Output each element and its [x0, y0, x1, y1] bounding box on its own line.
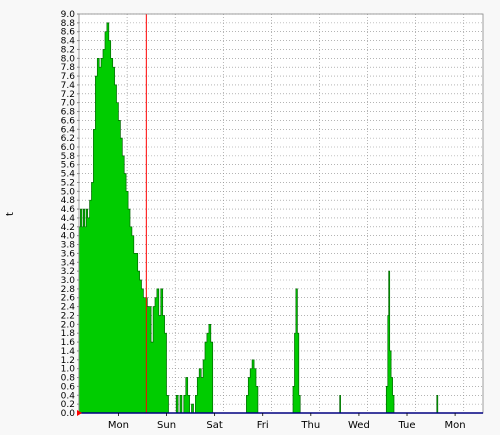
y-tick-label: 7.6	[61, 72, 76, 82]
day-label-wed: Wed	[348, 420, 370, 431]
y-tick-label: 4.6	[61, 205, 76, 215]
day-label-mon: Mon	[108, 420, 129, 431]
y-tick-label: 7.8	[61, 63, 76, 73]
y-axis-title: t	[5, 212, 16, 216]
y-tick-label: 7.2	[61, 90, 75, 100]
y-tick-label: 6.4	[61, 125, 76, 135]
y-tick-label: 8.8	[61, 19, 76, 29]
y-tick-label: 6.0	[61, 143, 76, 153]
chart-container: 0.0 0.2 0.4 0.6 0.8 1.0 1.2 1.4 1.6 1.8 2.0 2.2 2.4 2…	[0, 0, 500, 435]
y-tick-label: 6.8	[61, 108, 76, 118]
y-tick-label: 4.8	[61, 196, 76, 206]
y-tick-labels: 0.00.20.40.60.81.01.21.41.61.82.02.22.42…	[61, 10, 76, 419]
y-tick-label: 8.4	[61, 37, 76, 47]
y-tick-label: 1.2	[61, 356, 75, 366]
traffic-chart: 0.00.20.40.60.81.01.21.41.61.82.02.22.42…	[0, 0, 500, 435]
y-tick-label: 4.0	[61, 232, 76, 242]
y-tick-label: 0.8	[61, 374, 76, 384]
y-tick-label: 3.8	[61, 241, 76, 251]
y-tick-label: 5.4	[61, 170, 76, 180]
day-label-mon: Mon	[445, 420, 466, 431]
y-tick-label: 0.2	[61, 400, 75, 410]
y-tick-label: 2.4	[61, 303, 76, 313]
y-tick-label: 3.4	[61, 258, 76, 268]
y-tick-label: 5.6	[61, 161, 76, 171]
y-tick-label: 3.0	[61, 276, 76, 286]
day-label-sat: Sat	[206, 420, 222, 431]
y-tick-label: 3.6	[61, 249, 76, 259]
y-tick-label: 3.2	[61, 267, 75, 277]
y-tick-label: 7.4	[61, 81, 76, 91]
y-tick-label: 2.0	[61, 320, 76, 330]
y-tick-label: 6.2	[61, 134, 75, 144]
day-label-sun: Sun	[157, 420, 176, 431]
y-tick-label: 2.6	[61, 294, 76, 304]
y-tick-label: 7.0	[61, 99, 76, 109]
y-tick-label: 5.0	[61, 187, 76, 197]
day-label-thu: Thu	[300, 420, 320, 431]
y-tick-label: 2.2	[61, 311, 75, 321]
y-tick-label: 0.0	[61, 409, 76, 419]
day-label-fri: Fri	[257, 420, 269, 431]
y-tick-label: 1.6	[61, 338, 76, 348]
day-label-tue: Tue	[397, 420, 415, 431]
y-tick-label: 8.6	[61, 28, 76, 38]
y-tick-label: 4.2	[61, 223, 75, 233]
y-tick-label: 0.4	[61, 391, 76, 401]
y-tick-label: 1.0	[61, 365, 76, 375]
y-tick-label: 2.8	[61, 285, 76, 295]
y-tick-label: 8.2	[61, 45, 75, 55]
y-tick-label: 8.0	[61, 54, 76, 64]
y-tick-label: 0.6	[61, 382, 76, 392]
y-tick-label: 6.6	[61, 116, 76, 126]
y-tick-label: 4.4	[61, 214, 76, 224]
y-tick-label: 5.8	[61, 152, 76, 162]
y-tick-label: 5.2	[61, 178, 75, 188]
y-tick-label: 1.4	[61, 347, 76, 357]
y-tick-label: 9.0	[61, 10, 76, 20]
y-tick-label: 1.8	[61, 329, 76, 339]
